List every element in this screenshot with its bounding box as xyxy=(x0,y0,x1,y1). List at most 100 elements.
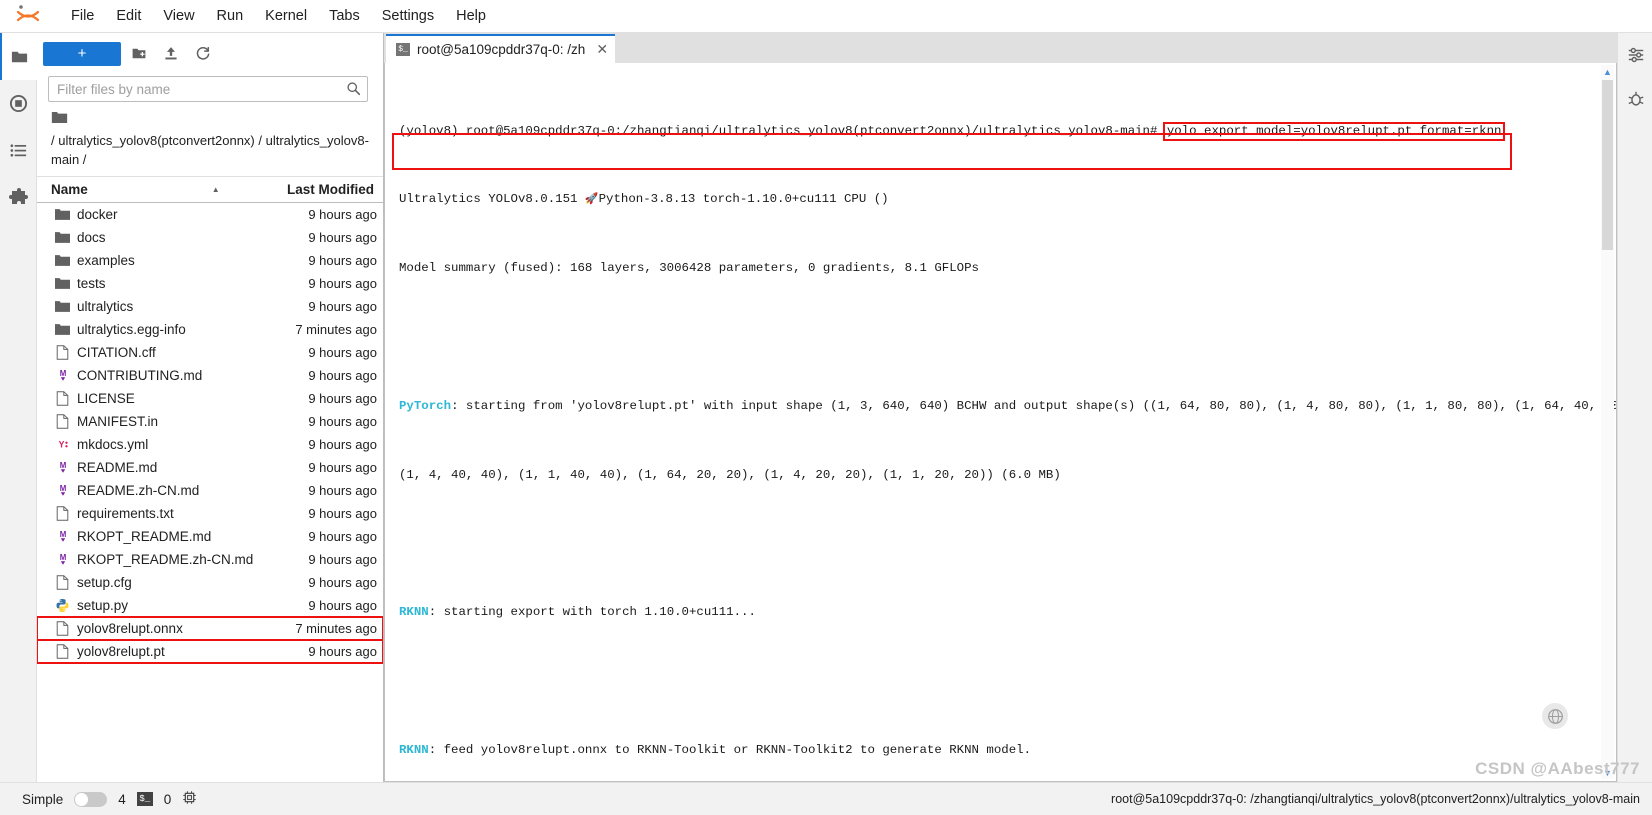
file-name-cell[interactable]: yolov8relupt.onnx xyxy=(37,620,255,636)
table-row[interactable]: examples 9 hours ago xyxy=(37,249,383,272)
column-header-name-label: Name xyxy=(51,181,88,197)
table-row[interactable]: M README.md 9 hours ago xyxy=(37,456,383,479)
terminal-prompt-text: (yolov8) root@5a109cpddr37q-0:/zhangtian… xyxy=(399,123,1165,138)
file-name-cell[interactable]: docker xyxy=(37,206,255,222)
table-row[interactable]: setup.cfg 9 hours ago xyxy=(37,571,383,594)
file-icon xyxy=(56,505,69,521)
file-name-cell[interactable]: M CONTRIBUTING.md xyxy=(37,367,255,383)
table-row[interactable]: yolov8relupt.pt 9 hours ago xyxy=(37,638,383,664)
debugger-icon[interactable] xyxy=(1618,77,1652,121)
file-name-cell[interactable]: M README.zh-CN.md xyxy=(37,482,255,498)
file-icon xyxy=(55,344,70,360)
table-row[interactable]: LICENSE 9 hours ago xyxy=(37,387,383,410)
tab-bar: $_ root@5a109cpddr37q-0: /zh ✕ xyxy=(384,33,1617,63)
menu-help[interactable]: Help xyxy=(445,4,497,28)
file-name-cell[interactable]: ultralytics xyxy=(37,298,255,314)
markdown-icon: M xyxy=(55,551,70,567)
table-row[interactable]: ultralytics.egg-info 7 minutes ago xyxy=(37,318,383,341)
simple-mode-toggle[interactable] xyxy=(74,791,108,807)
new-folder-icon[interactable] xyxy=(125,42,153,66)
table-row[interactable]: yolov8relupt.onnx 7 minutes ago xyxy=(37,615,383,641)
file-name-label: tests xyxy=(77,275,106,291)
sidebar-item-file-browser[interactable] xyxy=(0,33,37,80)
file-modified-label: 9 hours ago xyxy=(308,298,377,314)
new-launcher-button[interactable]: + xyxy=(43,41,121,66)
sort-ascending-icon: ▲ xyxy=(211,184,220,194)
file-name-cell[interactable]: MANIFEST.in xyxy=(37,413,255,429)
column-header-name[interactable]: Name ▲ xyxy=(37,182,261,197)
file-name-cell[interactable]: CITATION.cff xyxy=(37,344,255,360)
status-bar-left: Simple 4 $_ 0 xyxy=(0,790,197,808)
breadcrumb-home-icon[interactable] xyxy=(51,110,373,131)
menu-settings[interactable]: Settings xyxy=(371,4,445,28)
terminal-icon: $_ xyxy=(396,43,410,56)
sidebar-item-toc[interactable] xyxy=(0,127,37,174)
menu-run[interactable]: Run xyxy=(206,4,255,28)
folder-icon xyxy=(11,51,28,63)
file-icon xyxy=(55,505,70,521)
table-row[interactable]: requirements.txt 9 hours ago xyxy=(37,502,383,525)
column-header-last-modified[interactable]: Last Modified xyxy=(261,182,383,197)
scroll-up-icon[interactable]: ▲ xyxy=(1601,65,1614,78)
table-row[interactable]: setup.py 9 hours ago xyxy=(37,594,383,617)
scrollbar-thumb[interactable] xyxy=(1602,80,1613,250)
file-name-cell[interactable]: LICENSE xyxy=(37,390,255,406)
file-name-cell[interactable]: M RKOPT_README.md xyxy=(37,528,255,544)
folder-icon xyxy=(55,298,70,314)
menu-view[interactable]: View xyxy=(152,4,205,28)
breadcrumb-path[interactable]: / ultralytics_yolov8(ptconvert2onnx) / u… xyxy=(51,132,373,170)
rknn-feed-text: : feed yolov8relupt.onnx to RKNN-Toolkit… xyxy=(428,742,1032,757)
file-name-cell[interactable]: docs xyxy=(37,229,255,245)
terminal-panel[interactable]: (yolov8) root@5a109cpddr37q-0:/zhangtian… xyxy=(384,63,1617,782)
file-icon xyxy=(55,574,70,590)
menu-tabs[interactable]: Tabs xyxy=(318,4,371,28)
markdown-icon: M xyxy=(55,367,70,383)
file-name-cell[interactable]: setup.py xyxy=(37,597,255,613)
menu-kernel[interactable]: Kernel xyxy=(254,4,318,28)
refresh-icon[interactable] xyxy=(189,42,217,66)
cpu-icon[interactable] xyxy=(182,790,197,808)
sidebar-item-running[interactable] xyxy=(0,80,37,127)
table-row[interactable]: M RKOPT_README.md 9 hours ago xyxy=(37,525,383,548)
file-name-cell[interactable]: Ymkdocs.yml xyxy=(37,436,255,452)
left-activity-bar xyxy=(0,33,37,782)
tab-terminal[interactable]: $_ root@5a109cpddr37q-0: /zh ✕ xyxy=(386,34,616,63)
sidebar-item-extensions[interactable] xyxy=(0,174,37,221)
file-icon xyxy=(56,643,69,659)
file-name-cell[interactable]: M RKOPT_README.zh-CN.md xyxy=(37,551,255,567)
file-name-cell[interactable]: setup.cfg xyxy=(37,574,255,590)
menu-edit[interactable]: Edit xyxy=(105,4,152,28)
upload-icon[interactable] xyxy=(157,42,185,66)
terminal-status-icon[interactable]: $_ xyxy=(136,792,153,806)
file-icon xyxy=(55,620,70,636)
file-name-cell[interactable]: requirements.txt xyxy=(37,505,255,521)
filter-box[interactable] xyxy=(48,76,368,102)
yaml-icon: Y xyxy=(58,439,68,449)
table-row[interactable]: M README.zh-CN.md 9 hours ago xyxy=(37,479,383,502)
filter-container xyxy=(37,74,383,108)
terminal-scrollbar[interactable]: ▲ ▼ xyxy=(1601,65,1614,779)
property-inspector-icon[interactable] xyxy=(1618,33,1652,77)
file-name-cell[interactable]: examples xyxy=(37,252,255,268)
search-input[interactable] xyxy=(49,77,367,101)
table-row[interactable]: docker 9 hours ago xyxy=(37,203,383,226)
table-row[interactable]: ultralytics 9 hours ago xyxy=(37,295,383,318)
table-row[interactable]: M CONTRIBUTING.md 9 hours ago xyxy=(37,364,383,387)
file-name-cell[interactable]: ultralytics.egg-info xyxy=(37,321,255,337)
table-row[interactable]: tests 9 hours ago xyxy=(37,272,383,295)
terminal-line-rknn-feed: RKNN: feed yolov8relupt.onnx to RKNN-Too… xyxy=(399,742,1590,759)
pytorch-label: PyTorch xyxy=(399,398,452,413)
table-row[interactable]: MANIFEST.in 9 hours ago xyxy=(37,410,383,433)
file-name-cell[interactable]: yolov8relupt.pt xyxy=(37,643,255,659)
close-icon[interactable]: ✕ xyxy=(596,41,608,58)
breadcrumb[interactable]: / ultralytics_yolov8(ptconvert2onnx) / u… xyxy=(37,108,383,176)
file-name-cell[interactable]: M README.md xyxy=(37,459,255,475)
table-row[interactable]: M RKOPT_README.zh-CN.md 9 hours ago xyxy=(37,548,383,571)
table-row[interactable]: docs 9 hours ago xyxy=(37,226,383,249)
table-row[interactable]: CITATION.cff 9 hours ago xyxy=(37,341,383,364)
menu-file[interactable]: File xyxy=(60,4,105,28)
file-modified-label: 9 hours ago xyxy=(308,229,377,245)
file-name-cell[interactable]: tests xyxy=(37,275,255,291)
table-row[interactable]: Ymkdocs.yml 9 hours ago xyxy=(37,433,383,456)
search-icon xyxy=(346,81,361,101)
